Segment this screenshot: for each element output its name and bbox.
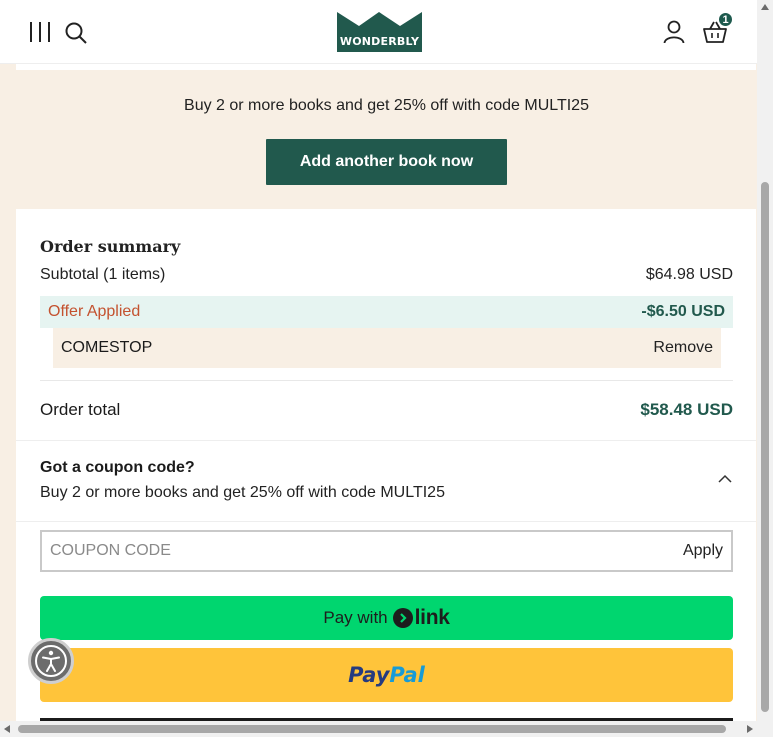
user-icon[interactable] <box>663 20 685 44</box>
scroll-left-arrow-icon[interactable] <box>4 725 10 733</box>
accessibility-icon <box>35 645 67 677</box>
apply-coupon-button[interactable]: Apply <box>683 532 723 570</box>
horizontal-scroll-thumb[interactable] <box>18 725 726 733</box>
promo-top-strip <box>16 64 756 70</box>
link-logo-text: link <box>414 606 450 629</box>
order-total-row: Order total $58.48 USD <box>40 399 733 421</box>
offer-label: Offer Applied <box>48 303 141 320</box>
subtotal-row: Subtotal (1 items) $64.98 USD <box>40 265 733 285</box>
scroll-up-arrow-icon[interactable] <box>761 4 769 10</box>
order-total-value: $58.48 USD <box>640 400 733 419</box>
order-total-label: Order total <box>40 400 121 419</box>
chevron-up-icon[interactable] <box>718 474 732 484</box>
coupon-input[interactable] <box>50 532 610 570</box>
site-header: WONDERBLY <box>0 0 757 64</box>
page: WONDERBLY 1 Buy 2 or more books and get … <box>0 0 773 737</box>
offer-value: -$6.50 USD <box>641 303 725 320</box>
pay-with-label: Pay with <box>323 608 388 627</box>
promo-text: Buy 2 or more books and get 25% off with… <box>184 97 589 114</box>
logo-text: WONDERBLY <box>339 35 420 48</box>
applied-code: COMESTOP <box>61 339 153 356</box>
divider <box>16 521 756 522</box>
link-arrow-icon <box>392 608 413 628</box>
subtotal-label: Subtotal (1 items) <box>40 266 166 283</box>
subtotal-value: $64.98 USD <box>645 266 733 283</box>
divider <box>16 440 756 441</box>
search-icon[interactable] <box>64 21 88 45</box>
paypal-logo-pal: Pal <box>389 663 425 687</box>
coupon-heading[interactable]: Got a coupon code? <box>40 459 195 477</box>
scroll-right-arrow-icon[interactable] <box>747 725 753 733</box>
applied-code-row: COMESTOP Remove <box>53 328 721 368</box>
paypal-button[interactable]: Pay Pal <box>40 648 733 702</box>
coupon-subtext: Buy 2 or more books and get 25% off with… <box>40 484 445 501</box>
coupon-field: Apply <box>40 530 733 572</box>
divider <box>40 380 733 381</box>
add-another-book-button[interactable]: Add another book now <box>266 139 507 185</box>
pay-with-link-button[interactable]: Pay with link <box>40 596 733 640</box>
basket-count-badge: 1 <box>717 11 734 28</box>
order-summary-title: Order summary <box>40 237 181 256</box>
menu-icon[interactable] <box>30 22 50 42</box>
vertical-scroll-thumb[interactable] <box>761 182 769 712</box>
accessibility-button[interactable] <box>28 638 74 684</box>
offer-row: Offer Applied -$6.50 USD <box>40 296 733 328</box>
paypal-logo-pay: Pay <box>348 663 390 687</box>
wonderbly-logo[interactable]: WONDERBLY <box>337 12 422 52</box>
remove-code-link[interactable]: Remove <box>653 339 713 357</box>
